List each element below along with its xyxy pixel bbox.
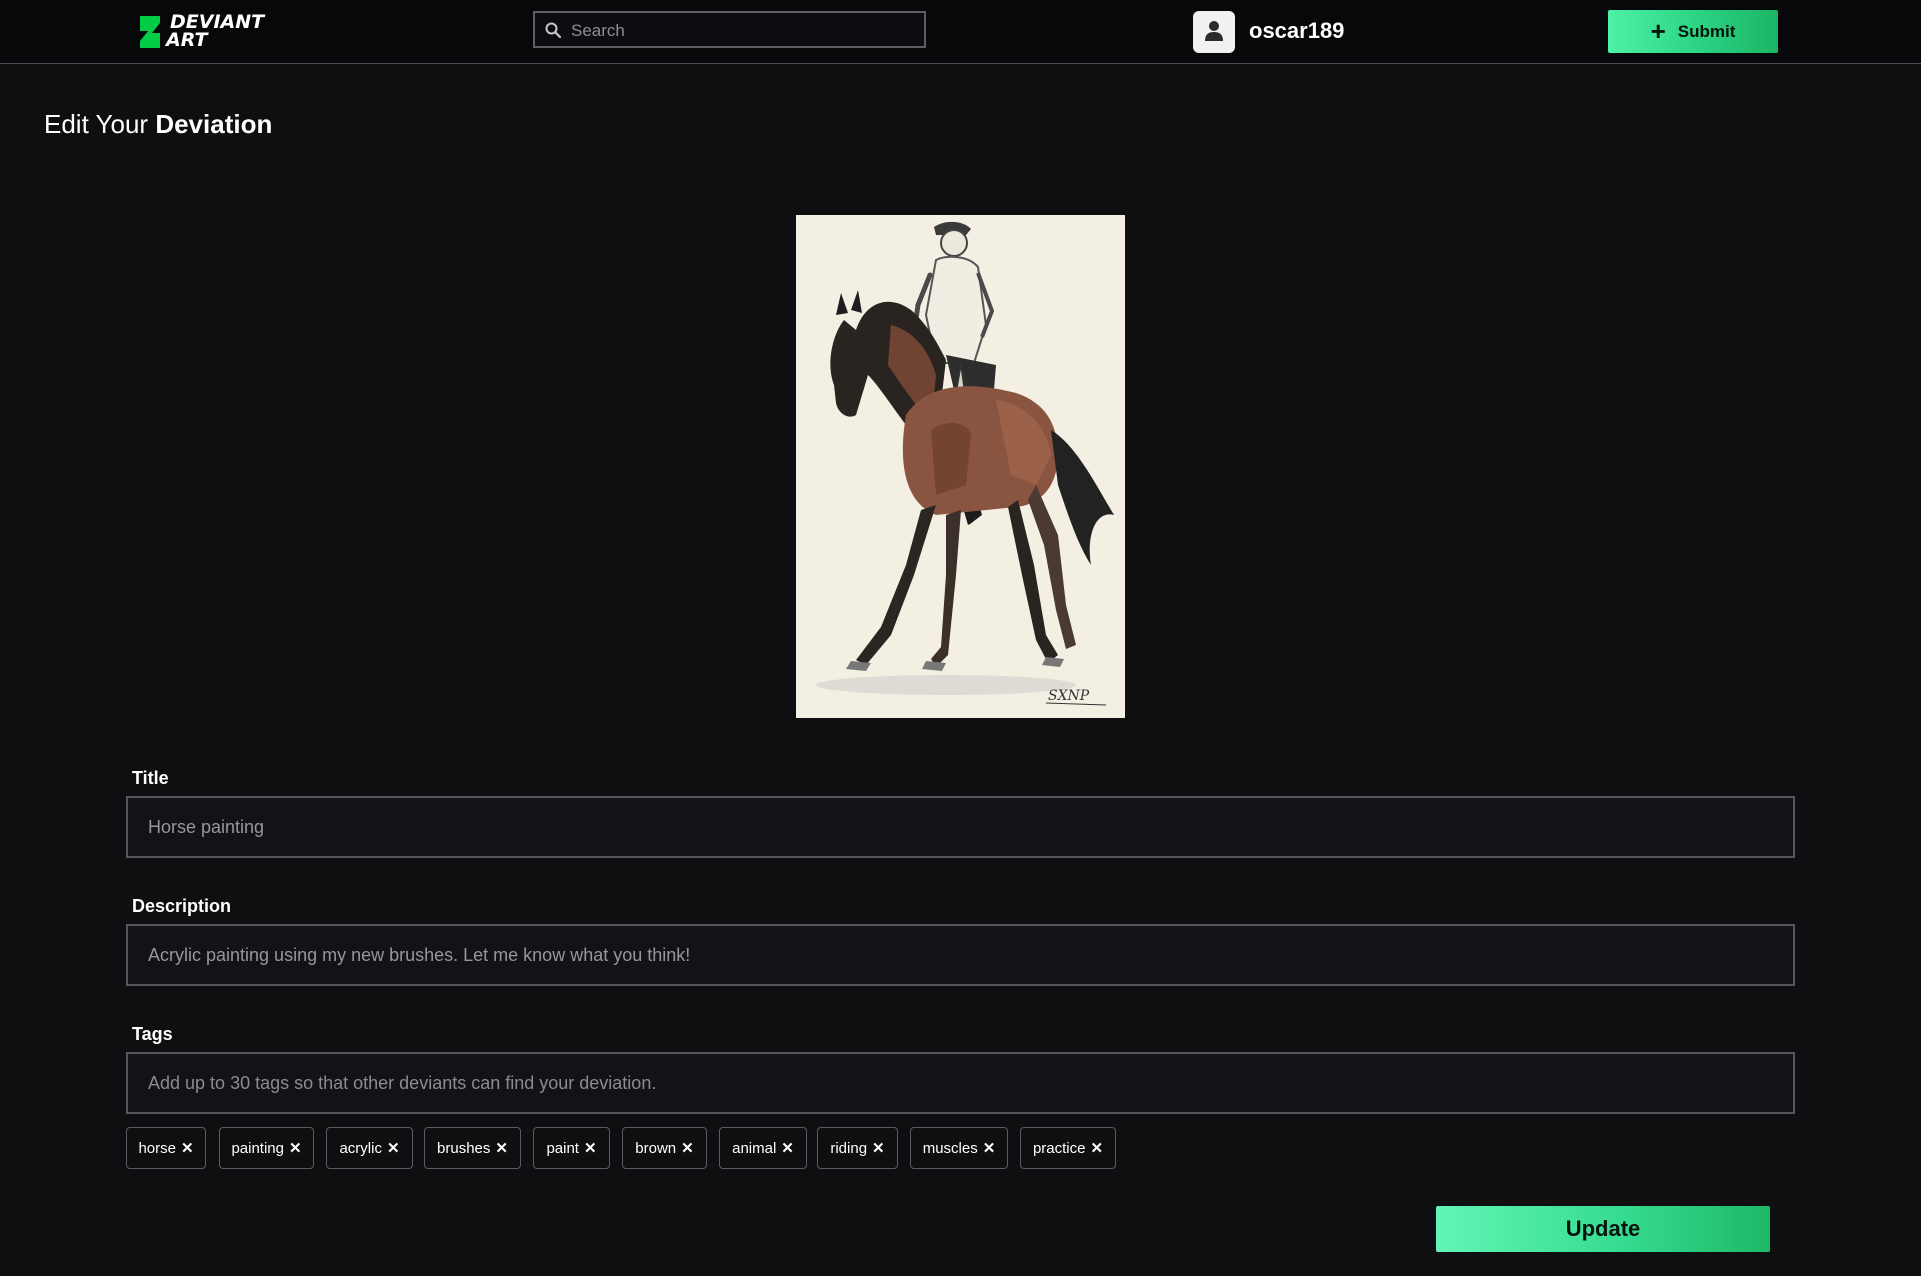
close-icon[interactable]: ✕: [781, 1139, 794, 1157]
search-box[interactable]: [533, 11, 926, 48]
description-input[interactable]: [126, 924, 1795, 986]
close-icon[interactable]: ✕: [289, 1139, 302, 1157]
description-label: Description: [132, 896, 232, 916]
top-navigation-bar: DEVIANT ART oscar189 + Submit: [0, 0, 1921, 64]
tag-label: horse: [138, 1139, 176, 1157]
tag-label: brown: [635, 1139, 677, 1157]
page-title: Edit Your Deviation: [44, 109, 272, 140]
title-input[interactable]: [126, 796, 1795, 858]
search-input[interactable]: [569, 13, 923, 48]
close-icon[interactable]: ✕: [181, 1139, 194, 1157]
close-icon[interactable]: ✕: [584, 1139, 597, 1157]
close-icon[interactable]: ✕: [872, 1139, 885, 1157]
submit-button-label: Submit: [1677, 21, 1736, 41]
close-icon[interactable]: ✕: [1090, 1139, 1103, 1157]
avatar[interactable]: [1193, 11, 1235, 53]
user-icon: [1205, 21, 1223, 41]
tag-label: paint: [546, 1139, 579, 1157]
close-icon[interactable]: ✕: [983, 1139, 996, 1157]
tag-chip[interactable]: painting ✕: [219, 1127, 314, 1169]
tags-input[interactable]: [126, 1052, 1795, 1114]
logo-wordmark: DEVIANT ART: [166, 13, 286, 51]
username[interactable]: oscar189: [1249, 18, 1344, 44]
tag-label: practice: [1032, 1139, 1086, 1157]
tag-chip[interactable]: riding ✕: [817, 1127, 898, 1169]
tag-chip[interactable]: muscles ✕: [910, 1127, 1008, 1169]
update-button[interactable]: Update: [1436, 1206, 1770, 1252]
artist-signature: SXNP: [1048, 688, 1090, 704]
logo-line-2: ART: [166, 29, 208, 51]
close-icon[interactable]: ✕: [495, 1139, 508, 1157]
artwork-preview: SXNP: [796, 215, 1125, 718]
close-icon[interactable]: ✕: [681, 1139, 694, 1157]
tag-chip[interactable]: brushes ✕: [424, 1127, 521, 1169]
search-icon: [545, 22, 561, 38]
horse-rider-painting: SXNP: [796, 215, 1125, 718]
tag-label: muscles: [922, 1139, 978, 1157]
edit-deviation-page: Edit Your Deviation SXNP Title Horse pai…: [0, 64, 1921, 1276]
tag-label: animal: [732, 1139, 777, 1157]
tag-chip[interactable]: brown ✕: [622, 1127, 707, 1169]
tag-label: painting: [231, 1139, 284, 1157]
tag-chip[interactable]: animal ✕: [719, 1127, 807, 1169]
tags-label: Tags: [132, 1024, 173, 1044]
title-label: Title: [132, 768, 169, 788]
tag-chip[interactable]: acrylic ✕: [326, 1127, 413, 1169]
page-title-bold: Deviation: [155, 109, 273, 139]
plus-icon: +: [1650, 15, 1666, 46]
deviantart-logo-icon: [140, 16, 160, 48]
page-title-prefix: Edit Your: [44, 109, 156, 139]
submit-button[interactable]: + Submit: [1608, 10, 1778, 53]
tag-label: riding: [830, 1139, 868, 1157]
tag-label: acrylic: [339, 1139, 382, 1157]
tag-chip[interactable]: horse ✕: [126, 1127, 206, 1169]
tag-chip[interactable]: practice ✕: [1020, 1127, 1116, 1169]
close-icon[interactable]: ✕: [387, 1139, 400, 1157]
tag-chip[interactable]: paint ✕: [533, 1127, 610, 1169]
tag-label: brushes: [437, 1139, 491, 1157]
